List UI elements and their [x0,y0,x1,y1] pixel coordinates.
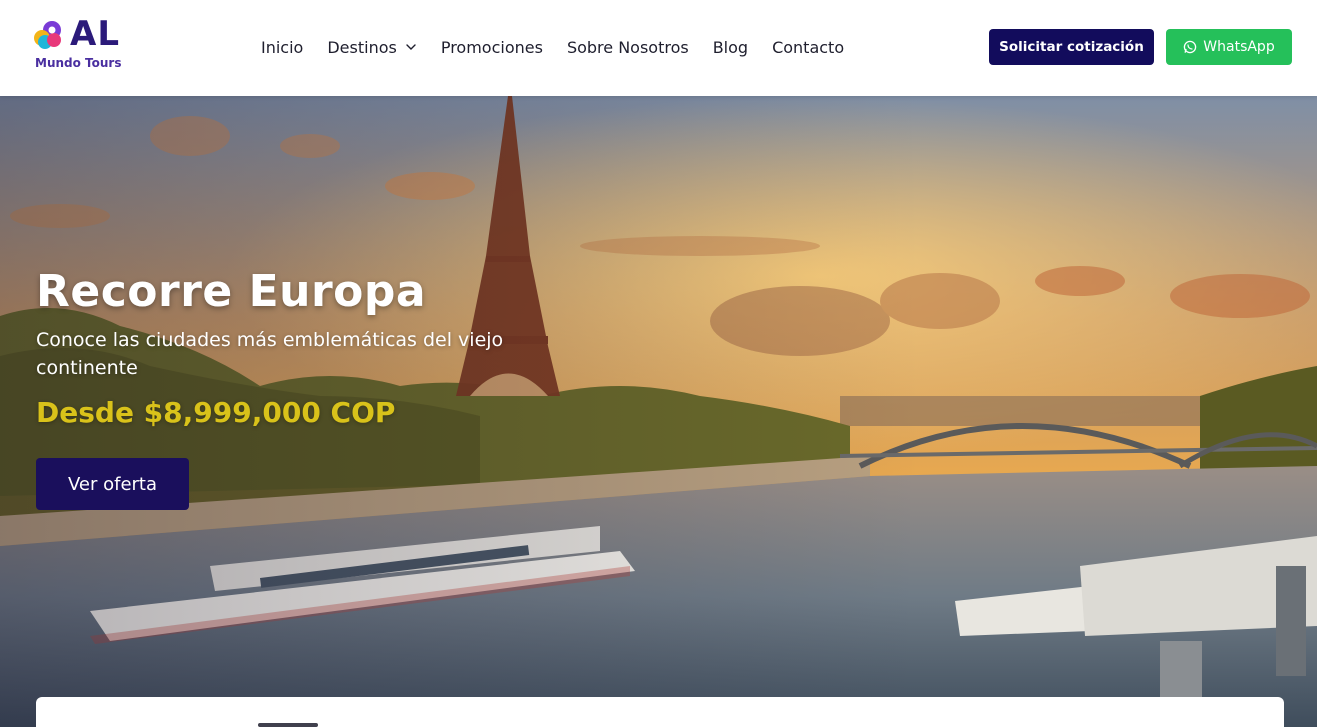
logo-mark-icon [34,21,61,49]
hero-banner: Recorre Europa Conoce las ciudades más e… [0,96,1317,727]
hero-price: Desde $8,999,000 COP [36,396,396,429]
logo-subtitle: Mundo Tours [35,56,122,70]
whatsapp-button-label: WhatsApp [1203,39,1275,55]
brand-logo[interactable]: AL Mundo Tours [30,14,140,76]
nav-item-blog[interactable]: Blog [713,38,748,57]
hero-title: Recorre Europa [36,266,427,317]
site-header: AL Mundo Tours Inicio Destinos Promocion… [0,0,1317,96]
nav-item-contacto[interactable]: Contacto [772,38,844,57]
whatsapp-button[interactable]: WhatsApp [1166,29,1292,65]
logo-text: AL [70,14,120,54]
request-quote-button[interactable]: Solicitar cotización [989,29,1154,65]
nav-item-label: Promociones [440,37,543,57]
nav-item-label: Inicio [261,37,304,57]
nav-item-sobre-nosotros[interactable]: Sobre Nosotros [567,38,689,57]
nav-item-inicio[interactable]: Inicio [261,38,303,57]
nav-item-label: Contacto [772,37,845,57]
nav-item-label: Destinos [327,37,397,57]
main-nav: Inicio Destinos Promociones Sobre Nosotr… [261,34,868,60]
whatsapp-icon [1184,40,1197,54]
nav-item-label: Blog [712,37,749,57]
content-card [36,697,1284,727]
nav-item-promociones[interactable]: Promociones [441,38,543,57]
nav-item-label: Sobre Nosotros [566,37,689,57]
view-offer-button[interactable]: Ver oferta [36,458,189,510]
nav-item-destinos[interactable]: Destinos [327,38,416,57]
card-heading-peek [258,723,318,727]
hero-subtitle: Conoce las ciudades más emblemáticas del… [36,329,504,379]
chevron-down-icon [406,44,416,50]
